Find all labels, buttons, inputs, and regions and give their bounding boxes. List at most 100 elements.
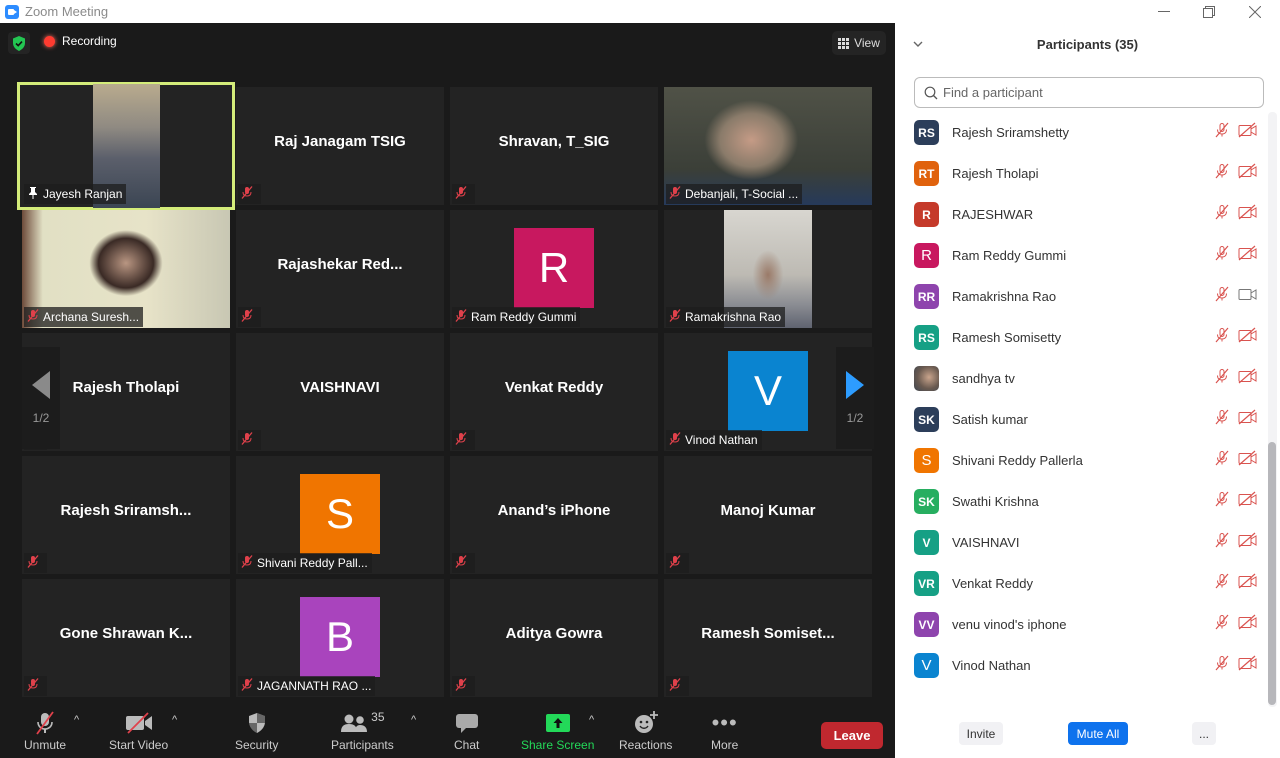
close-window-button[interactable] xyxy=(1232,0,1278,23)
microphone-muted-icon[interactable] xyxy=(1214,655,1230,676)
microphone-muted-icon[interactable] xyxy=(1214,286,1230,307)
participant-video-tile[interactable]: VAISHNAVI xyxy=(236,333,444,451)
video-off-icon[interactable] xyxy=(1238,245,1258,266)
participant-video-tile[interactable]: Ramakrishna Rao xyxy=(664,210,872,328)
invite-button[interactable]: Invite xyxy=(959,722,1003,745)
microphone-muted-icon[interactable] xyxy=(1214,450,1230,471)
participant-list-item[interactable]: RS Ramesh Somisetty xyxy=(895,317,1267,358)
video-camera-icon[interactable] xyxy=(1238,286,1258,307)
video-off-icon[interactable] xyxy=(1238,573,1258,594)
participant-list-item[interactable]: R RAJESHWAR xyxy=(895,194,1267,235)
participant-list-item[interactable]: RT Rajesh Tholapi xyxy=(895,153,1267,194)
video-off-icon[interactable] xyxy=(1238,204,1258,225)
security-shield-icon xyxy=(247,710,267,736)
video-off-icon[interactable] xyxy=(1238,532,1258,553)
participant-video-tile[interactable]: Venkat Reddy xyxy=(450,333,658,451)
participant-video-tile[interactable]: S Shivani Reddy Pall... xyxy=(236,456,444,574)
participant-list-item[interactable]: RR Ramakrishna Rao xyxy=(895,276,1267,317)
video-off-icon[interactable] xyxy=(1238,491,1258,512)
participant-list-item[interactable]: VR Venkat Reddy xyxy=(895,563,1267,604)
microphone-muted-icon[interactable] xyxy=(1214,122,1230,143)
share-screen-button[interactable]: Share Screen xyxy=(521,710,594,752)
video-off-icon[interactable] xyxy=(1238,163,1258,184)
participant-video-tile[interactable]: Rajashekar Red... xyxy=(236,210,444,328)
chat-button[interactable]: Chat xyxy=(454,710,479,752)
participant-video-tile[interactable]: Manoj Kumar xyxy=(664,456,872,574)
participant-list-scrollbar[interactable] xyxy=(1268,442,1276,705)
participant-avatar: RS xyxy=(914,325,939,350)
video-off-icon[interactable] xyxy=(1238,655,1258,676)
encryption-shield-icon[interactable] xyxy=(8,32,30,54)
participant-list-item[interactable]: RS Rajesh Sriramshetty xyxy=(895,112,1267,153)
participant-video-tile[interactable]: B JAGANNATH RAO ... xyxy=(236,579,444,697)
microphone-muted-icon[interactable] xyxy=(1214,163,1230,184)
participant-video-tile[interactable]: Rajesh Sriramsh... xyxy=(22,456,230,574)
participant-video-tile[interactable]: Archana Suresh... xyxy=(22,210,230,328)
meeting-area: Recording View Jayesh Ranjan Raj Janagam … xyxy=(0,23,895,758)
participant-list-item[interactable]: SK Swathi Krishna xyxy=(895,481,1267,522)
participant-list-item[interactable]: VV venu vinod's iphone xyxy=(895,604,1267,645)
smiley-plus-icon xyxy=(633,710,659,736)
participant-video-tile[interactable]: R Ram Reddy Gummi xyxy=(450,210,658,328)
mute-all-button[interactable]: Mute All xyxy=(1068,722,1128,745)
participant-video-tile[interactable]: Raj Janagam TSIG xyxy=(236,87,444,205)
view-button[interactable]: View xyxy=(832,31,886,55)
pin-icon xyxy=(27,186,39,202)
microphone-muted-icon[interactable] xyxy=(1214,327,1230,348)
audio-options-caret-icon[interactable]: ^ xyxy=(74,714,79,726)
recording-indicator[interactable]: Recording xyxy=(44,34,117,48)
video-options-caret-icon[interactable]: ^ xyxy=(172,714,177,726)
participant-video-tile[interactable]: Ramesh Somiset... xyxy=(664,579,872,697)
video-off-icon[interactable] xyxy=(1238,368,1258,389)
microphone-muted-icon[interactable] xyxy=(1214,532,1230,553)
participant-list-item[interactable]: R Ram Reddy Gummi xyxy=(895,235,1267,276)
participant-name-tag xyxy=(238,430,261,450)
reactions-button[interactable]: Reactions xyxy=(619,710,672,752)
microphone-muted-icon[interactable] xyxy=(1214,614,1230,635)
participant-search-box[interactable] xyxy=(914,77,1264,108)
participant-video-tile[interactable]: Jayesh Ranjan xyxy=(17,82,235,210)
participant-name: venu vinod's iphone xyxy=(952,617,1067,632)
participant-video-tile[interactable]: Shravan, T_SIG xyxy=(450,87,658,205)
more-button[interactable]: ••• More xyxy=(711,710,738,752)
participant-list-item[interactable]: SK Satish kumar xyxy=(895,399,1267,440)
participants-options-caret-icon[interactable]: ^ xyxy=(411,714,416,726)
more-options-button[interactable]: ... xyxy=(1192,722,1216,745)
microphone-muted-icon[interactable] xyxy=(1214,409,1230,430)
participants-button[interactable]: 35 Participants xyxy=(331,710,394,752)
participant-list-item[interactable]: sandhya tv xyxy=(895,358,1267,399)
participant-list-item[interactable]: V Vinod Nathan xyxy=(895,645,1267,686)
video-off-icon[interactable] xyxy=(1238,409,1258,430)
microphone-muted-icon[interactable] xyxy=(1214,204,1230,225)
participant-video-tile[interactable]: Gone Shrawan K... xyxy=(22,579,230,697)
meeting-toolbar: Unmute ^ Start Video ^ Security 35 Parti… xyxy=(0,702,895,758)
previous-page-button[interactable]: 1/2 xyxy=(22,347,60,449)
muted-microphone-icon xyxy=(455,309,467,325)
participant-video-tile[interactable]: Aditya Gowra xyxy=(450,579,658,697)
security-label: Security xyxy=(235,738,279,752)
microphone-muted-icon[interactable] xyxy=(1214,245,1230,266)
participant-video-tile[interactable]: Anand’s iPhone xyxy=(450,456,658,574)
video-off-icon[interactable] xyxy=(1238,122,1258,143)
video-off-icon[interactable] xyxy=(1238,450,1258,471)
restore-button[interactable] xyxy=(1186,0,1232,23)
minimize-button[interactable] xyxy=(1141,0,1187,23)
video-off-icon[interactable] xyxy=(1238,327,1258,348)
participant-name-tag xyxy=(452,184,475,204)
participant-list-item[interactable]: S Shivani Reddy Pallerla xyxy=(895,440,1267,481)
participant-video-tile[interactable]: Debanjali, T-Social ... xyxy=(664,87,872,205)
microphone-muted-icon[interactable] xyxy=(1214,368,1230,389)
unmute-button[interactable]: Unmute xyxy=(24,710,66,752)
security-button[interactable]: Security xyxy=(235,710,278,752)
participant-name: Jayesh Ranjan xyxy=(43,187,123,201)
video-off-icon[interactable] xyxy=(1238,614,1258,635)
next-page-button[interactable]: 1/2 xyxy=(836,347,874,449)
microphone-muted-icon[interactable] xyxy=(1214,491,1230,512)
share-options-caret-icon[interactable]: ^ xyxy=(589,714,594,726)
participant-list-item[interactable]: V VAISHNAVI xyxy=(895,522,1267,563)
start-video-button[interactable]: Start Video xyxy=(109,710,168,752)
participant-name-large: VAISHNAVI xyxy=(300,379,380,396)
leave-button[interactable]: Leave xyxy=(821,722,883,749)
microphone-muted-icon[interactable] xyxy=(1214,573,1230,594)
participant-search-input[interactable] xyxy=(943,85,1243,100)
